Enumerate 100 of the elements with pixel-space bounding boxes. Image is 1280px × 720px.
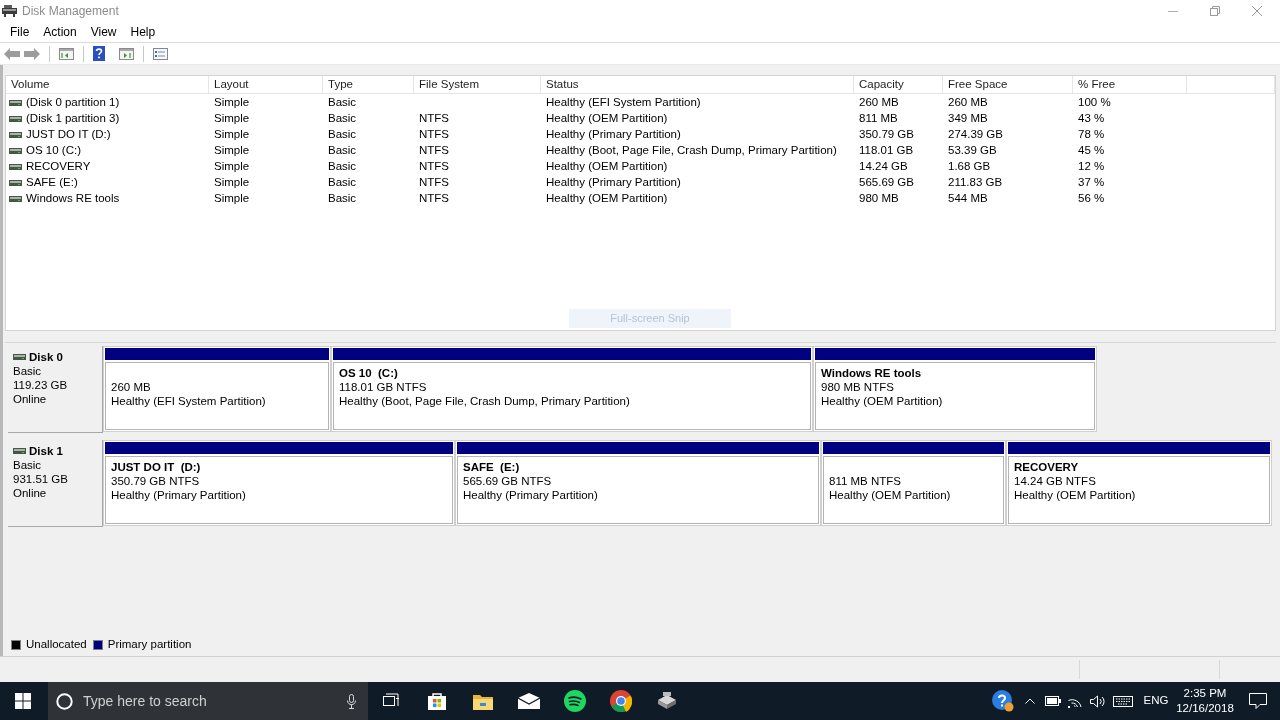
- notification-icon[interactable]: [1249, 693, 1267, 709]
- partition-status: Healthy (Primary Partition): [111, 488, 247, 502]
- table-cell-text: OS 10 (C:): [26, 143, 81, 158]
- partition-block[interactable]: SAFE (E:) 565.69 GB NTFS Healthy (Primary Partition): [455, 440, 821, 526]
- restore-icon[interactable]: [1210, 6, 1220, 16]
- table-cell-text: 37 %: [1077, 175, 1106, 190]
- table-cell-text: NTFS: [418, 127, 451, 142]
- partition-status: Healthy (OEM Partition): [821, 394, 944, 408]
- table-cell-text: JUST DO IT (D:): [26, 127, 111, 142]
- partition-size: 118.01 GB NTFS: [339, 380, 428, 394]
- language-indicator[interactable]: ENG: [1138, 692, 1174, 710]
- close-icon[interactable]: [1252, 6, 1262, 16]
- partition-block[interactable]: 260 MB Healthy (EFI System Partition): [103, 346, 331, 432]
- table-cell-text: Basic: [327, 95, 358, 110]
- search-field[interactable]: Type here to search: [83, 689, 341, 713]
- table-cell-text: Healthy (Primary Partition): [545, 175, 682, 190]
- battery-icon[interactable]: [1045, 696, 1061, 706]
- partition-name: SAFE (E:): [463, 460, 521, 474]
- partition-name: RECOVERY: [1014, 460, 1080, 474]
- column-header[interactable]: Capacity: [854, 76, 943, 93]
- partition-block[interactable]: Windows RE tools 980 MB NTFS Healthy (OEM Partition): [813, 346, 1097, 432]
- panel-icon[interactable]: [119, 47, 134, 60]
- partition-block[interactable]: JUST DO IT (D:) 350.79 GB NTFS Healthy (Primary Partition): [103, 440, 455, 526]
- table-cell-text: Basic: [327, 111, 358, 126]
- task-view-icon[interactable]: [383, 693, 399, 709]
- table-cell-text: 350.79 GB: [858, 127, 915, 142]
- search-box[interactable]: Type here to search: [48, 682, 368, 720]
- table-cell-text: 349 MB: [947, 111, 989, 126]
- disk-size: 119.23 GB: [13, 378, 69, 392]
- clock-date[interactable]: 12/16/2018: [1176, 701, 1234, 716]
- browser-icon[interactable]: [610, 690, 632, 712]
- table-cell-text: 14.24 GB: [858, 159, 909, 174]
- partition-size: 811 MB NTFS: [829, 474, 902, 488]
- disk-status: Online: [13, 392, 48, 406]
- table-cell-text: Basic: [327, 191, 358, 206]
- menu-item[interactable]: File: [3, 23, 37, 41]
- partition-block[interactable]: OS 10 (C:) 118.01 GB NTFS Healthy (Boot, Page File, Crash Dump, Primary Partition): [331, 346, 813, 432]
- menu-item[interactable]: Help: [123, 23, 163, 41]
- disk-app-icon[interactable]: [656, 692, 678, 710]
- column-header[interactable]: File System: [414, 76, 541, 93]
- caret-up-icon[interactable]: [1025, 698, 1035, 704]
- table-cell-text: (Disk 0 partition 1): [26, 95, 120, 110]
- help-badge-icon[interactable]: [992, 690, 1014, 712]
- partition-status: Healthy (Primary Partition): [463, 488, 599, 502]
- panel-icon[interactable]: [59, 47, 74, 60]
- table-cell-text: Healthy (Boot, Page File, Crash Dump, Primary Partition): [545, 143, 838, 158]
- snip-tooltip: Full-screen Snip: [569, 309, 731, 328]
- speaker-icon[interactable]: [1089, 694, 1105, 708]
- partition-block[interactable]: 811 MB NTFS Healthy (OEM Partition): [821, 440, 1006, 526]
- column-header[interactable]: Free Space: [943, 76, 1073, 93]
- folder-icon[interactable]: [473, 692, 493, 710]
- column-header[interactable]: Volume: [6, 76, 209, 93]
- drive-icon: [9, 179, 22, 186]
- disk-info-panel[interactable]: Disk 1 Basic 931.51 GB Online: [8, 440, 103, 527]
- drive-icon: [9, 131, 22, 138]
- table-cell-text: Basic: [327, 159, 358, 174]
- store-icon[interactable]: [427, 691, 447, 711]
- disk-info-panel[interactable]: Disk 0 Basic 119.23 GB Online: [8, 346, 103, 433]
- table-cell-text: Healthy (OEM Partition): [545, 111, 669, 126]
- table-cell-text: Healthy (Primary Partition): [545, 127, 682, 142]
- disk-type: Basic: [13, 458, 43, 472]
- table-cell-text: Simple: [213, 143, 251, 158]
- partition-status: Healthy (OEM Partition): [829, 488, 952, 502]
- forward-arrow-icon[interactable]: [24, 47, 40, 60]
- table-cell-text: 12 %: [1077, 159, 1106, 174]
- partition-name: OS 10 (C:): [339, 366, 399, 380]
- mail-icon[interactable]: [518, 693, 540, 709]
- column-header[interactable]: Type: [323, 76, 414, 93]
- table-cell-text: 260 MB: [858, 95, 900, 110]
- column-header[interactable]: Status: [541, 76, 854, 93]
- help-icon[interactable]: [93, 46, 105, 61]
- table-cell-text: 43 %: [1077, 111, 1106, 126]
- menu-item[interactable]: Action: [36, 23, 84, 41]
- column-header[interactable]: Layout: [209, 76, 323, 93]
- table-cell-text: Healthy (OEM Partition): [545, 191, 669, 206]
- drive-icon: [9, 115, 22, 122]
- properties-icon[interactable]: [153, 47, 168, 60]
- menu-item[interactable]: View: [83, 23, 124, 41]
- partition-size: 14.24 GB NTFS: [1014, 474, 1097, 488]
- back-arrow-icon[interactable]: [4, 47, 20, 60]
- table-cell-text: Simple: [213, 127, 251, 142]
- table-cell-text: 78 %: [1077, 127, 1106, 142]
- windows-logo-icon[interactable]: [15, 693, 31, 709]
- table-cell-text: Simple: [213, 95, 251, 110]
- table-cell-text: NTFS: [418, 159, 451, 174]
- table-cell-text: NTFS: [418, 175, 451, 190]
- table-cell-text: NTFS: [418, 143, 451, 158]
- table-cell-text: Healthy (EFI System Partition): [545, 95, 702, 110]
- table-cell-text: 544 MB: [947, 191, 989, 206]
- clock-time[interactable]: 2:35 PM: [1183, 686, 1227, 701]
- music-app-icon[interactable]: [564, 690, 586, 712]
- keyboard-icon[interactable]: [1113, 695, 1133, 707]
- disk-size: 931.51 GB: [13, 472, 69, 486]
- column-header[interactable]: % Free: [1073, 76, 1187, 93]
- partition-block[interactable]: RECOVERY 14.24 GB NTFS Healthy (OEM Partition): [1006, 440, 1272, 526]
- table-cell-text: SAFE (E:): [26, 175, 78, 190]
- table-cell-text: 980 MB: [858, 191, 900, 206]
- table-cell-text: (Disk 1 partition 3): [26, 111, 120, 126]
- table-cell-text: Simple: [213, 191, 251, 206]
- table-cell-text: 211.83 GB: [947, 175, 1004, 190]
